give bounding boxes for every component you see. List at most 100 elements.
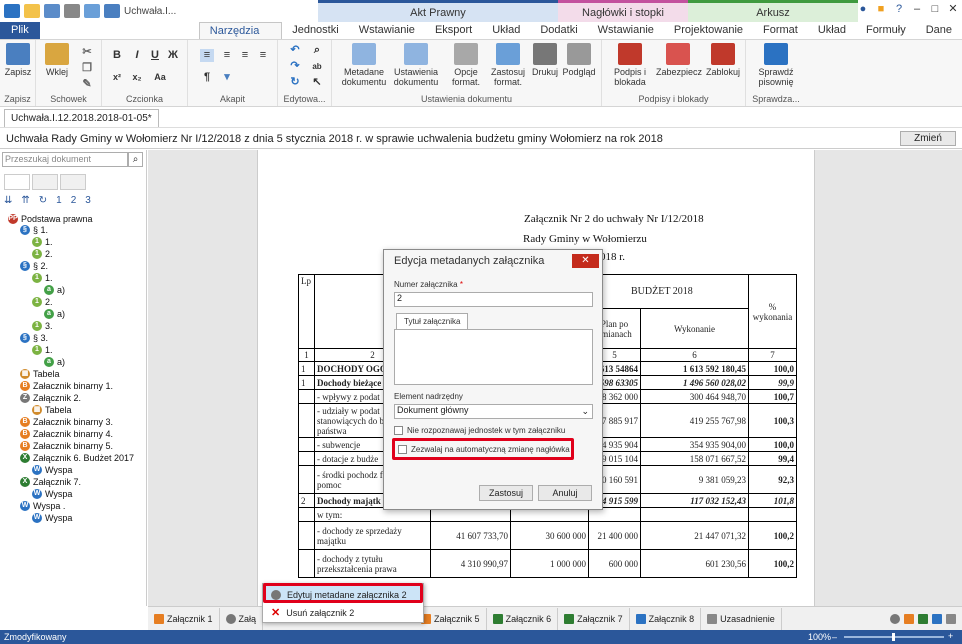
close-icon[interactable]: ✕ xyxy=(944,0,962,20)
tree-item[interactable]: 1 2. xyxy=(32,249,53,259)
tree-item[interactable]: 1 1. xyxy=(32,273,53,283)
level-1-button[interactable]: 1 xyxy=(56,195,62,206)
superscript-button[interactable]: x² xyxy=(110,71,124,84)
tab-zalacznik-2[interactable]: Załą xyxy=(220,607,264,630)
tree-item[interactable]: a a) xyxy=(44,285,65,295)
podpis-button[interactable]: Podpis i blokada xyxy=(608,43,652,87)
tree-item[interactable]: a a) xyxy=(44,309,65,319)
justify-icon[interactable]: ≡ xyxy=(256,49,270,62)
tab-zalacznik-6[interactable]: Załącznik 6 xyxy=(487,607,559,630)
zastosuj-format-button[interactable]: Zastosuj format. xyxy=(488,43,528,87)
zablokuj-button[interactable]: Zablokuj xyxy=(704,43,742,77)
tree-item[interactable]: § § 1. xyxy=(20,225,48,235)
tree-item[interactable]: 1 2. xyxy=(32,297,53,307)
open-folder-icon[interactable] xyxy=(24,4,40,18)
zapisz-button[interactable]: Zapisz xyxy=(4,43,32,77)
select-icon[interactable]: ↖ xyxy=(310,76,324,89)
tab-formuly[interactable]: Formuły xyxy=(856,22,916,39)
tree-item[interactable]: B Załacznik binarny 5. xyxy=(20,441,113,451)
dialog-close-icon[interactable]: ✕ xyxy=(572,254,599,268)
zoom-slider-thumb[interactable] xyxy=(892,633,895,641)
check1-row[interactable]: Nie rozpoznawaj jednostek w tym załączni… xyxy=(394,426,565,435)
minimize-icon[interactable]: – xyxy=(908,0,926,20)
check1-box[interactable] xyxy=(394,426,403,435)
tab-zalacznik-7[interactable]: Załącznik 7 xyxy=(558,607,630,630)
tree-item[interactable]: ▦ Tabela xyxy=(32,405,72,415)
search-input[interactable]: Przeszukaj dokument xyxy=(2,152,128,167)
underline-button[interactable]: U xyxy=(148,49,162,62)
tree-item[interactable]: W Wyspa . xyxy=(20,501,65,511)
tab-zalacznik-8[interactable]: Załącznik 8 xyxy=(630,607,702,630)
save-icon[interactable] xyxy=(44,4,60,18)
zmien-button[interactable]: Zmień xyxy=(900,131,956,146)
tree-item[interactable]: 1 1. xyxy=(32,345,53,355)
tree-item[interactable]: B Załacznik binarny 1. xyxy=(20,381,113,391)
copy-doc-icon[interactable] xyxy=(84,4,100,18)
zastosuj-button[interactable]: Zastosuj xyxy=(479,485,533,501)
tree-item[interactable]: B Załacznik binarny 3. xyxy=(20,417,113,427)
collapse-icon[interactable]: ⇈ xyxy=(21,195,29,206)
copy-icon[interactable]: ❐ xyxy=(80,62,94,75)
zoom-out-icon[interactable]: – xyxy=(832,632,837,642)
anuluj-button[interactable]: Anuluj xyxy=(538,485,592,501)
tab-eksport[interactable]: Eksport xyxy=(425,22,482,39)
podglad-button[interactable]: Podgląd xyxy=(562,43,596,77)
tree-item[interactable]: W Wyspa xyxy=(32,513,72,523)
tree-item[interactable]: PP Podstawa prawna xyxy=(8,214,93,224)
level-2-button[interactable]: 2 xyxy=(71,195,77,206)
pilcrow-button[interactable]: ¶ xyxy=(200,71,214,84)
tab-projektowanie[interactable]: Projektowanie xyxy=(664,22,753,39)
tab-zalacznik-5[interactable]: Załącznik 5 xyxy=(415,607,487,630)
tytul-textarea[interactable] xyxy=(394,329,593,385)
metadane-button[interactable]: Metadane dokumentu xyxy=(340,43,388,87)
maximize-icon[interactable]: □ xyxy=(926,0,944,20)
tree-item[interactable]: § § 2. xyxy=(20,261,48,271)
tab-dane[interactable]: Dane xyxy=(916,22,962,39)
tab-dodatki[interactable]: Dodatki xyxy=(530,22,587,39)
pisownia-button[interactable]: Sprawdź pisownię xyxy=(752,43,800,87)
tab-wstawianie[interactable]: Wstawianie xyxy=(349,22,425,39)
tree-item[interactable]: ▦ Tabela xyxy=(20,369,60,379)
drukuj-button[interactable]: Drukuj xyxy=(530,43,560,77)
tree-item[interactable]: Z Załącznik 2. xyxy=(20,393,81,403)
tab-plik[interactable]: Plik xyxy=(0,22,40,39)
strikethrough-button[interactable]: Ж xyxy=(166,49,180,62)
cut-icon[interactable]: ✂ xyxy=(80,46,94,59)
tree-item[interactable]: W Wyspa xyxy=(32,465,72,475)
tree-item[interactable]: 1 3. xyxy=(32,321,53,331)
tree-item[interactable]: § § 3. xyxy=(20,333,48,343)
tab-wstawianie-2[interactable]: Wstawianie xyxy=(588,22,664,39)
undo-icon[interactable]: ↶ xyxy=(288,44,302,57)
tab-text[interactable] xyxy=(32,174,58,190)
tab-jednostki[interactable]: Jednostki xyxy=(282,22,348,39)
settings-icon[interactable]: ■ xyxy=(872,0,890,20)
add-other-icon[interactable] xyxy=(946,613,956,624)
account-icon[interactable]: ● xyxy=(854,0,872,20)
tree-item[interactable]: B Załacznik binarny 4. xyxy=(20,429,113,439)
expand-icon[interactable]: ⇊ xyxy=(4,195,12,206)
tree-item[interactable]: 1 1. xyxy=(32,237,53,247)
opcje-format-button[interactable]: Opcje format. xyxy=(446,43,486,87)
element-select[interactable]: Dokument główny ⌄ xyxy=(394,404,593,419)
style-icon[interactable]: ▾ xyxy=(220,71,234,84)
zoom-in-icon[interactable]: + xyxy=(948,631,953,641)
change-case-button[interactable]: Aa xyxy=(150,71,170,84)
print-icon[interactable] xyxy=(64,4,80,18)
tree-item[interactable]: X Załącznik 6. Budżet 2017 xyxy=(20,453,134,463)
italic-button[interactable]: I xyxy=(130,49,144,62)
zabezpiecz-button[interactable]: Zabezpiecz xyxy=(656,43,702,77)
redo-icon[interactable]: ↷ xyxy=(288,60,302,73)
tab-narzedzia-glowne[interactable]: Narzędzia główne xyxy=(198,22,283,54)
wklej-button[interactable]: Wklej xyxy=(42,43,72,77)
document-tab[interactable]: Uchwała.I.12.2018.2018-01-05* xyxy=(4,108,159,127)
align-right-icon[interactable]: ≡ xyxy=(238,49,252,62)
subscript-button[interactable]: x₂ xyxy=(130,71,144,84)
add-sheet-icon[interactable] xyxy=(918,613,928,624)
level-3-button[interactable]: 3 xyxy=(85,195,91,206)
search-icon[interactable]: ⌕ xyxy=(128,152,143,167)
align-center-icon[interactable]: ≡ xyxy=(220,49,234,62)
bold-button[interactable]: B xyxy=(110,49,124,62)
tab-zalacznik-1[interactable]: Załącznik 1 xyxy=(148,607,220,630)
tree-item[interactable]: a a) xyxy=(44,357,65,367)
refresh-tree-icon[interactable]: ↻ xyxy=(39,195,47,206)
